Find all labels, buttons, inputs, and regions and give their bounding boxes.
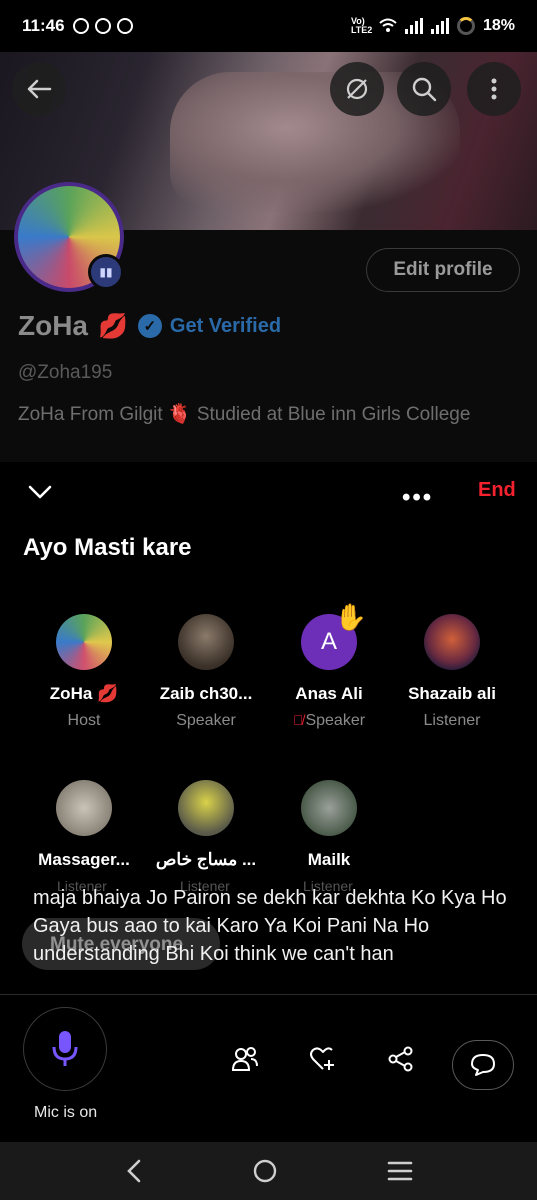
wifi-icon [379,18,397,32]
profile-name-emoji: 💋 [98,312,128,340]
participant-name: Anas Ali [295,684,363,703]
people-button[interactable] [228,1042,262,1076]
notification-icons [72,18,133,34]
profile-name-text: ZoHa [18,310,88,341]
chat-bubble-icon [94,18,111,34]
battery-percent: 18% [482,17,515,34]
profile-bio: ZoHa From Gilgit 🫀 Studied at Blue inn G… [18,404,471,425]
accessibility-icon [116,18,133,34]
participant-avatar [56,780,112,836]
participant-massager[interactable]: Massager... [24,780,144,870]
participant-zoha[interactable]: ZoHa 💋 Host [24,614,144,730]
participant-avatar: A ✋ [301,602,367,670]
react-button[interactable] [306,1042,340,1076]
collapse-chevron-icon[interactable] [26,478,54,506]
share-button[interactable] [384,1042,418,1076]
more-options-button[interactable] [467,62,521,116]
participant-name: Massager... [38,850,130,869]
system-icons: Vo) LTE2 18% [351,17,515,35]
nav-home-icon[interactable] [252,1158,278,1184]
space-title: Ayo Masti kare [23,534,192,561]
chat-bubble-icon [471,1054,495,1076]
participant-name: Mailk [307,850,351,869]
nav-back-icon[interactable] [124,1158,144,1184]
whatsapp-icon [72,18,89,34]
participant-masaj[interactable]: مساج خاص ... [146,780,266,870]
participant-avatar [178,780,234,836]
participant-role: Listener [423,712,481,729]
arrow-left-icon [27,79,52,99]
heart-plus-icon [310,1047,334,1070]
verified-badge-icon: ✓ [137,314,162,338]
spaces-live-badge-icon: ▮▮ [88,254,124,290]
participant-role-row: 🎙̸ Speaker [269,712,389,730]
raised-hand-icon: ✋ [334,602,367,632]
grok-button[interactable] [330,62,384,116]
divider [0,994,537,995]
mic-status-label: Mic is on [34,1104,98,1121]
participant-role: Host [67,712,101,729]
mic-muted-icon: 🎙̸ [292,712,304,728]
participant-anas[interactable]: A ✋ Anas Ali 🎙̸ Speaker [269,602,389,730]
comments-button[interactable] [452,1040,514,1090]
signal-icon-1 [404,18,423,34]
status-bar: 11:46 Vo) LTE2 18% [0,0,537,52]
participant-name: Shazaib ali [408,684,496,703]
grok-icon [346,78,368,100]
participant-name: ZoHa 💋 [49,684,119,703]
participant-name: Zaib ch30... [159,684,253,703]
participant-role: Speaker [176,712,236,729]
search-icon [412,77,437,102]
nav-recents-icon[interactable] [387,1160,413,1182]
share-icon [388,1046,413,1072]
search-button[interactable] [397,62,451,116]
more-horizontal-icon[interactable]: ••• [402,484,433,512]
participant-avatar [301,780,357,836]
participant-shazaib[interactable]: Shazaib ali Listener [392,614,512,730]
signal-icon-2 [430,18,449,34]
volte-label: Vo) LTE2 [350,16,373,35]
profile-name: ZoHa 💋 ✓ Get Verified [18,310,281,342]
get-verified-link[interactable]: ✓ Get Verified [137,314,282,338]
profile-handle: @Zoha195 [18,362,113,383]
participant-name: مساج خاص ... [155,850,257,869]
end-space-button[interactable]: End [478,479,516,502]
system-nav-bar [0,1142,537,1200]
more-vertical-icon [491,78,497,100]
edit-profile-button[interactable]: Edit profile [366,248,520,292]
battery-icon [456,17,475,35]
microphone-icon [52,1031,78,1066]
participant-mailk[interactable]: Mailk [269,780,389,870]
mic-button[interactable] [23,1007,107,1091]
status-time: 11:46 [22,16,65,35]
participant-avatar [56,614,112,670]
profile-background: ▮▮ Edit profile ZoHa 💋 ✓ Get Verified @Z… [0,52,537,493]
participant-avatar [424,614,480,670]
participant-zaib[interactable]: Zaib ch30... Speaker [146,614,266,730]
back-button[interactable] [12,62,66,116]
participant-avatar [178,614,234,670]
space-sheet: ••• End Ayo Masti kare ZoHa 💋 Host Zaib … [0,462,537,1142]
people-icon [231,1047,258,1071]
get-verified-label: Get Verified [169,314,282,337]
participant-role: Speaker [305,712,366,729]
live-caption: maja bhaiya Jo Pairon se dekh kar dekhta… [33,887,507,965]
